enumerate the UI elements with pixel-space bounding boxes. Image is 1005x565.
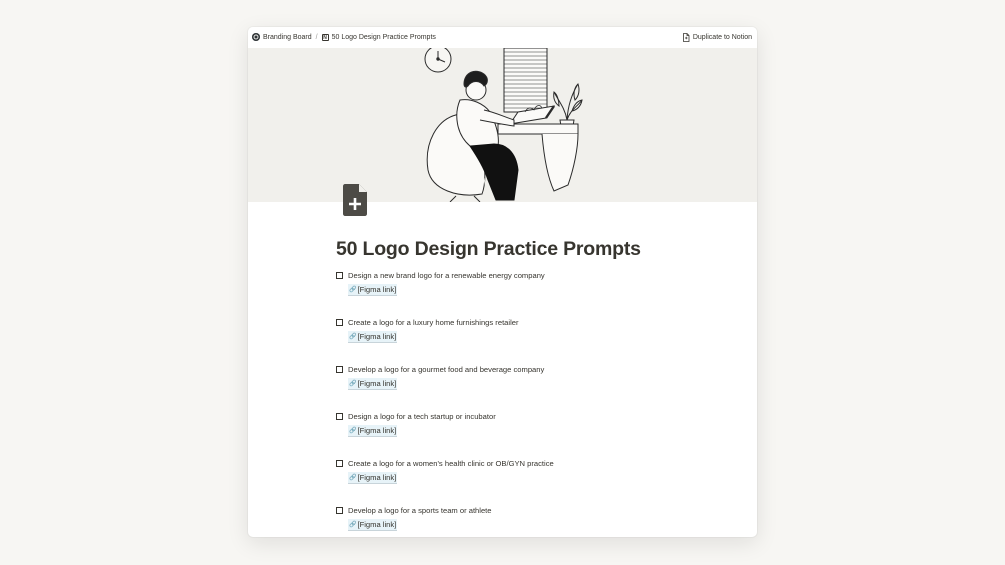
link-line: 🔗 [Figma link] bbox=[348, 519, 676, 531]
todo-text[interactable]: Create a logo for a women's health clini… bbox=[348, 459, 554, 468]
figma-link[interactable]: 🔗 [Figma link] bbox=[348, 378, 398, 390]
notion-page-icon: N bbox=[321, 33, 329, 41]
link-icon: 🔗 bbox=[349, 287, 357, 293]
link-line: 🔗 [Figma link] bbox=[348, 425, 676, 437]
cover-illustration bbox=[424, 48, 583, 202]
breadcrumb-workspace-label: Branding Board bbox=[263, 33, 312, 41]
breadcrumb-page[interactable]: N 50 Logo Design Practice Prompts bbox=[321, 33, 436, 41]
figma-link-label: [Figma link] bbox=[357, 426, 397, 435]
link-icon: 🔗 bbox=[349, 334, 357, 340]
link-icon: 🔗 bbox=[349, 428, 357, 434]
todo-checkbox[interactable] bbox=[336, 412, 343, 420]
todo-line: Design a logo for a tech startup or incu… bbox=[336, 410, 676, 422]
figma-link-label: [Figma link] bbox=[357, 520, 397, 529]
todo-item: Create a logo for a luxury home furnishi… bbox=[336, 316, 676, 343]
todo-text[interactable]: Create a logo for a luxury home furnishi… bbox=[348, 318, 519, 327]
todo-text[interactable]: Develop a logo for a sports team or athl… bbox=[348, 506, 492, 515]
breadcrumb-page-label: 50 Logo Design Practice Prompts bbox=[331, 33, 436, 41]
link-line: 🔗 [Figma link] bbox=[348, 331, 676, 343]
breadcrumb: Branding Board / N 50 Logo Design Practi… bbox=[248, 33, 436, 41]
todo-line: Develop a logo for a gourmet food and be… bbox=[336, 363, 676, 375]
figma-link[interactable]: 🔗 [Figma link] bbox=[348, 425, 398, 437]
figma-link[interactable]: 🔗 [Figma link] bbox=[348, 519, 398, 531]
figma-link-label: [Figma link] bbox=[357, 379, 397, 388]
duplicate-button[interactable]: Duplicate to Notion bbox=[682, 32, 757, 42]
top-bar: Branding Board / N 50 Logo Design Practi… bbox=[248, 27, 757, 47]
page-add-icon[interactable] bbox=[343, 184, 367, 216]
page-title[interactable]: 50 Logo Design Practice Prompts bbox=[336, 237, 676, 261]
figma-link-label: [Figma link] bbox=[357, 473, 397, 482]
workspace-avatar bbox=[252, 33, 260, 41]
todo-checkbox[interactable] bbox=[336, 459, 343, 467]
todo-checkbox[interactable] bbox=[336, 365, 343, 373]
todo-checkbox[interactable] bbox=[336, 318, 343, 326]
breadcrumb-separator: / bbox=[315, 33, 318, 41]
todo-checkbox[interactable] bbox=[336, 271, 343, 279]
page-content: 50 Logo Design Practice Prompts Design a… bbox=[336, 237, 676, 537]
figma-link-label: [Figma link] bbox=[357, 332, 397, 341]
page-window: Branding Board / N 50 Logo Design Practi… bbox=[248, 27, 757, 537]
todo-line: Design a new brand logo for a renewable … bbox=[336, 269, 676, 281]
duplicate-button-label: Duplicate to Notion bbox=[692, 33, 752, 41]
link-line: 🔗 [Figma link] bbox=[348, 284, 676, 296]
cover-image bbox=[248, 48, 757, 202]
todo-item: Design a new brand logo for a renewable … bbox=[336, 269, 676, 296]
figma-link[interactable]: 🔗 [Figma link] bbox=[348, 472, 398, 484]
todo-checkbox[interactable] bbox=[336, 506, 343, 514]
breadcrumb-workspace[interactable]: Branding Board bbox=[252, 33, 312, 41]
duplicate-icon bbox=[682, 32, 690, 42]
todo-item: Develop a logo for a sports team or athl… bbox=[336, 504, 676, 531]
todo-item: Design a logo for a tech startup or incu… bbox=[336, 410, 676, 437]
link-icon: 🔗 bbox=[349, 381, 357, 387]
todo-item: Create a logo for a women's health clini… bbox=[336, 457, 676, 484]
figma-link-label: [Figma link] bbox=[357, 285, 397, 294]
link-line: 🔗 [Figma link] bbox=[348, 378, 676, 390]
link-icon: 🔗 bbox=[349, 475, 357, 481]
todo-text[interactable]: Develop a logo for a gourmet food and be… bbox=[348, 365, 544, 374]
todo-item: Develop a logo for a gourmet food and be… bbox=[336, 363, 676, 390]
link-icon: 🔗 bbox=[349, 522, 357, 528]
todo-text[interactable]: Design a logo for a tech startup or incu… bbox=[348, 412, 496, 421]
todo-line: Develop a logo for a sports team or athl… bbox=[336, 504, 676, 516]
figma-link[interactable]: 🔗 [Figma link] bbox=[348, 331, 398, 343]
todo-line: Create a logo for a luxury home furnishi… bbox=[336, 316, 676, 328]
todo-line: Create a logo for a women's health clini… bbox=[336, 457, 676, 469]
link-line: 🔗 [Figma link] bbox=[348, 472, 676, 484]
todo-text[interactable]: Design a new brand logo for a renewable … bbox=[348, 271, 545, 280]
figma-link[interactable]: 🔗 [Figma link] bbox=[348, 284, 398, 296]
